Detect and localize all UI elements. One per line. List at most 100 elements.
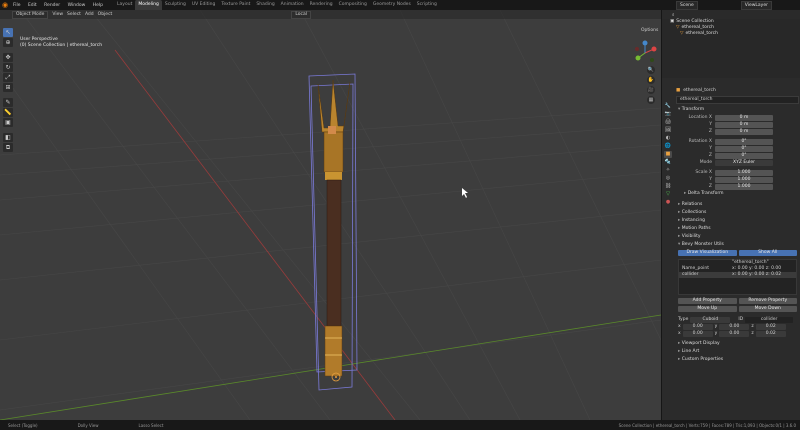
object-name-field[interactable]: ethereal_torch bbox=[676, 96, 799, 104]
type-dropdown[interactable]: Cuboid bbox=[690, 316, 731, 323]
scene-tab-icon[interactable]: ◐ bbox=[664, 135, 672, 142]
transform-orientation-dropdown[interactable]: Local bbox=[291, 10, 311, 19]
navigation-gizmo[interactable] bbox=[632, 40, 658, 66]
render-tab-icon[interactable]: 📷 bbox=[664, 111, 672, 118]
select-tool-icon[interactable]: ↖ bbox=[3, 28, 13, 37]
viewport-menu-object[interactable]: Object bbox=[98, 12, 113, 17]
3d-viewport[interactable]: Object Mode View Select Add Object Local… bbox=[0, 10, 661, 420]
tab-rendering[interactable]: Rendering bbox=[307, 0, 336, 10]
camera-view-icon[interactable]: 🎥 bbox=[647, 86, 655, 94]
rotation-x-field[interactable]: 0° bbox=[715, 138, 773, 145]
transform-tool-icon[interactable]: ⊞ bbox=[3, 83, 13, 92]
custom-properties-section[interactable]: Custom Properties bbox=[674, 356, 800, 364]
viewport-menu-view[interactable]: View bbox=[52, 12, 63, 17]
add-cube-tool-icon[interactable]: ▣ bbox=[3, 118, 13, 127]
particles-tab-icon[interactable]: ✧ bbox=[664, 167, 672, 174]
viewport-canvas[interactable] bbox=[0, 10, 661, 420]
modifier-tab-icon[interactable]: 🔩 bbox=[664, 159, 672, 166]
add-property-button[interactable]: Add Property bbox=[678, 298, 737, 304]
tab-compositing[interactable]: Compositing bbox=[336, 0, 370, 10]
annotate-tool-icon[interactable]: ✎ bbox=[3, 98, 13, 107]
relations-section[interactable]: Relations bbox=[674, 201, 800, 209]
motion-paths-section[interactable]: Motion Paths bbox=[674, 225, 800, 233]
menu-edit[interactable]: Edit bbox=[25, 3, 40, 8]
cursor-tool-icon[interactable]: ⊕ bbox=[3, 38, 13, 47]
menu-window[interactable]: Window bbox=[65, 3, 89, 8]
id-field[interactable]: collider bbox=[745, 316, 794, 323]
bevy-monster-utils-section[interactable]: Bevy Monster Utils bbox=[674, 241, 800, 249]
blender-logo-icon[interactable]: ◉ bbox=[0, 0, 10, 10]
visibility-section[interactable]: Visibility bbox=[674, 233, 800, 241]
list-item[interactable]: collider x: 0.00 y: 0.00 z: 0.02 bbox=[679, 272, 796, 278]
show-all-button[interactable]: Show All bbox=[738, 250, 797, 256]
view-layer-tab-icon[interactable]: 🖼 bbox=[664, 127, 672, 134]
tab-uv-editing[interactable]: UV Editing bbox=[189, 0, 218, 10]
constraints-tab-icon[interactable]: ⛓ bbox=[664, 183, 672, 190]
perspective-toggle-icon[interactable]: ▦ bbox=[647, 96, 655, 104]
rotate-tool-icon[interactable]: ↻ bbox=[3, 63, 13, 72]
collections-section[interactable]: Collections bbox=[674, 209, 800, 217]
scale-z-field[interactable]: 1.000 bbox=[715, 183, 773, 190]
extra-tool-1-icon[interactable]: ◧ bbox=[3, 133, 13, 142]
object-tab-icon[interactable]: ■ bbox=[664, 151, 672, 158]
tab-shading[interactable]: Shading bbox=[253, 0, 277, 10]
location-y-field[interactable]: 0 m bbox=[715, 121, 773, 128]
menu-render[interactable]: Render bbox=[41, 3, 63, 8]
tab-geometry-nodes[interactable]: Geometry Nodes bbox=[370, 0, 414, 10]
output-tab-icon[interactable]: 🖨 bbox=[664, 119, 672, 126]
rotation-mode-dropdown[interactable]: XYZ Euler bbox=[715, 159, 773, 166]
vec1-y-field[interactable]: 0.00 bbox=[719, 323, 750, 330]
tab-texture-paint[interactable]: Texture Paint bbox=[218, 0, 253, 10]
transform-section[interactable]: Transform bbox=[674, 106, 800, 114]
viewport-menu-add[interactable]: Add bbox=[85, 12, 94, 17]
world-tab-icon[interactable]: 🌐 bbox=[664, 143, 672, 150]
vec1-z-field[interactable]: 0.02 bbox=[755, 323, 786, 330]
measure-tool-icon[interactable]: 📏 bbox=[3, 108, 13, 117]
location-z-field[interactable]: 0 m bbox=[715, 128, 773, 135]
menu-help[interactable]: Help bbox=[90, 3, 106, 8]
pan-icon[interactable]: ✋ bbox=[647, 76, 655, 84]
tab-scripting[interactable]: Scripting bbox=[414, 0, 440, 10]
extra-tool-2-icon[interactable]: ⧉ bbox=[3, 143, 13, 152]
scale-y-field[interactable]: 1.000 bbox=[715, 176, 773, 183]
scale-x-field[interactable]: 1.000 bbox=[715, 169, 773, 176]
top-bar: ◉ File Edit Render Window Help Layout Mo… bbox=[0, 0, 800, 10]
viewport-menu-select[interactable]: Select bbox=[67, 12, 81, 17]
viewport-display-section[interactable]: Viewport Display bbox=[674, 340, 800, 348]
scene-field[interactable]: Scene bbox=[676, 1, 698, 10]
tab-sculpting[interactable]: Sculpting bbox=[162, 0, 189, 10]
move-tool-icon[interactable]: ✥ bbox=[3, 53, 13, 62]
data-tab-icon[interactable]: ▽ bbox=[664, 191, 672, 198]
tab-modeling[interactable]: Modeling bbox=[135, 0, 162, 10]
draw-visualization-button[interactable]: Draw Visualization bbox=[678, 250, 737, 256]
location-x-field[interactable]: 0 m bbox=[715, 114, 773, 121]
instancing-section[interactable]: Instancing bbox=[674, 217, 800, 225]
vec1-y-label: y bbox=[714, 324, 718, 329]
line-art-section[interactable]: Line Art bbox=[674, 348, 800, 356]
move-up-button[interactable]: Move Up bbox=[678, 306, 737, 312]
outliner-search-icon[interactable]: ⌕ bbox=[672, 12, 675, 18]
vec2-z-field[interactable]: 0.02 bbox=[755, 330, 786, 337]
vec2-y-field[interactable]: 0.00 bbox=[719, 330, 750, 337]
vec2-x-field[interactable]: 0.00 bbox=[682, 330, 713, 337]
options-dropdown[interactable]: Options bbox=[641, 28, 658, 33]
menu-file[interactable]: File bbox=[10, 3, 24, 8]
move-down-button[interactable]: Move Down bbox=[738, 306, 797, 312]
zoom-icon[interactable]: 🔍 bbox=[647, 66, 655, 74]
rotation-y-field[interactable]: 0° bbox=[715, 145, 773, 152]
physics-tab-icon[interactable]: ◎ bbox=[664, 175, 672, 182]
remove-property-button[interactable]: Remove Property bbox=[738, 298, 797, 304]
scale-tool-icon[interactable]: ⤢ bbox=[3, 73, 13, 82]
tool-tab-icon[interactable]: 🔧 bbox=[664, 103, 672, 110]
delta-transform-section[interactable]: Delta Transform bbox=[674, 190, 800, 198]
tab-layout[interactable]: Layout bbox=[114, 0, 135, 10]
material-tab-icon[interactable]: ● bbox=[664, 199, 672, 206]
vec1-x-field[interactable]: 0.00 bbox=[682, 323, 713, 330]
property-list: "ethereal_torch" Name_point x: 0.00 y: 0.… bbox=[678, 259, 797, 295]
torch-model[interactable] bbox=[308, 73, 358, 391]
outliner-item[interactable]: ▽ ethereal_torch bbox=[662, 31, 800, 37]
rotation-z-field[interactable]: 0° bbox=[715, 152, 773, 159]
object-mode-dropdown[interactable]: Object Mode bbox=[12, 10, 49, 19]
tab-animation[interactable]: Animation bbox=[278, 0, 307, 10]
view-layer-field[interactable]: ViewLayer bbox=[740, 1, 772, 10]
